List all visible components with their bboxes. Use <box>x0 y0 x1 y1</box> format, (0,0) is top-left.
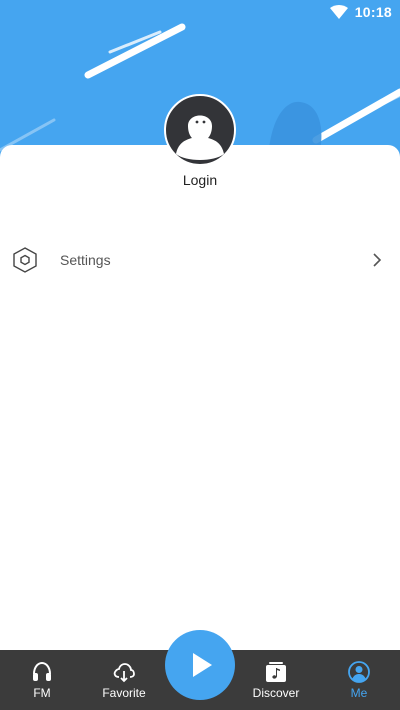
settings-icon <box>13 247 37 273</box>
nav-item-favorite[interactable]: Favorite <box>89 650 159 710</box>
nav-item-discover[interactable]: Discover <box>241 650 311 710</box>
nav-label-fm: FM <box>33 686 51 700</box>
login-label[interactable]: Login <box>0 172 400 188</box>
nav-item-fm[interactable]: FM <box>7 650 77 710</box>
nav-label-discover: Discover <box>252 686 300 700</box>
nav-label-favorite: Favorite <box>102 686 146 700</box>
wifi-icon <box>330 5 348 19</box>
nav-item-me[interactable]: Me <box>324 650 394 710</box>
avatar[interactable] <box>164 94 236 166</box>
status-bar: 10:18 <box>0 0 400 24</box>
music-note-icon <box>266 662 286 682</box>
chevron-right-icon <box>373 253 382 267</box>
content-card <box>0 145 400 655</box>
nav-label-me: Me <box>350 686 368 700</box>
play-button[interactable] <box>165 630 235 700</box>
settings-label: Settings <box>60 252 111 268</box>
play-icon <box>193 653 212 677</box>
settings-menu-item[interactable]: Settings <box>0 236 400 284</box>
status-time: 10:18 <box>354 4 392 20</box>
headphones-icon <box>33 661 51 681</box>
ghost-avatar-icon <box>176 115 224 160</box>
me-screen: 10:18 Login Settings FM Favorite Discove… <box>0 0 400 710</box>
cloud-download-icon <box>113 663 135 683</box>
user-icon <box>348 661 370 683</box>
